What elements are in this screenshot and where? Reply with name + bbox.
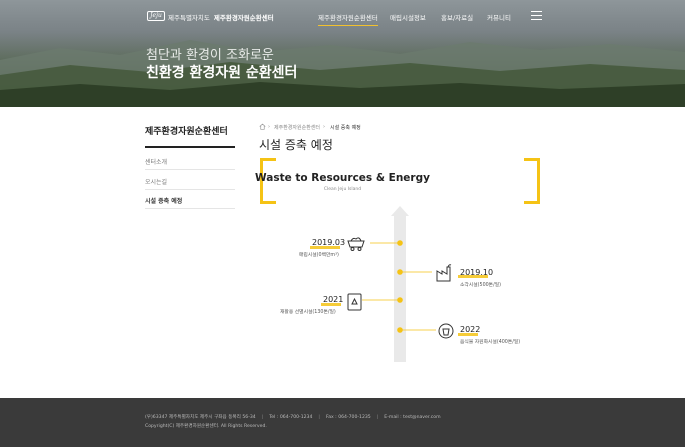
event-label: 음식물 자원화시설(400톤/일) — [460, 340, 521, 345]
footer-address: (우)63347 제주특별자치도 제주시 구좌읍 동복리 56-34 — [145, 415, 256, 420]
timeline-diagram — [347, 206, 454, 362]
recycle-icon — [438, 323, 454, 339]
footer-tel: Tel : 064-700-1234 — [269, 415, 313, 420]
mining-cart-icon — [347, 237, 365, 251]
timeline-dot — [397, 297, 403, 303]
factory-icon — [436, 264, 452, 282]
recycle-bin-icon — [347, 293, 362, 311]
footer-email[interactable]: E-mail : test@naver.com — [384, 415, 440, 420]
footer-fax: Fax : 064-700-1235 — [325, 415, 371, 420]
event-year: 2019.10 — [460, 268, 494, 277]
event-year: 2021 — [323, 295, 344, 304]
event-year: 2019.03 — [312, 238, 346, 247]
event-label: 매립시설(0백만m³) — [299, 253, 339, 258]
timeline-dot — [397, 269, 403, 275]
footer-contact: (우)63347 제주특별자치도 제주시 구좌읍 동복리 56-34 | Tel :… — [145, 415, 441, 420]
event-label: 재활용 선별시설(130톤/일) — [280, 310, 336, 315]
event-label: 소각시설(500톤/일) — [460, 283, 501, 288]
timeline-arrow — [391, 206, 409, 362]
event-year: 2022 — [460, 325, 481, 334]
footer-copyright: Copyright(C) 제주환경자원순환센터. All Rights Rese… — [145, 424, 267, 429]
timeline-dot — [397, 327, 403, 333]
timeline-dot — [397, 240, 403, 246]
footer: (우)63347 제주특별자치도 제주시 구좌읍 동복리 56-34 | Tel :… — [0, 398, 685, 447]
